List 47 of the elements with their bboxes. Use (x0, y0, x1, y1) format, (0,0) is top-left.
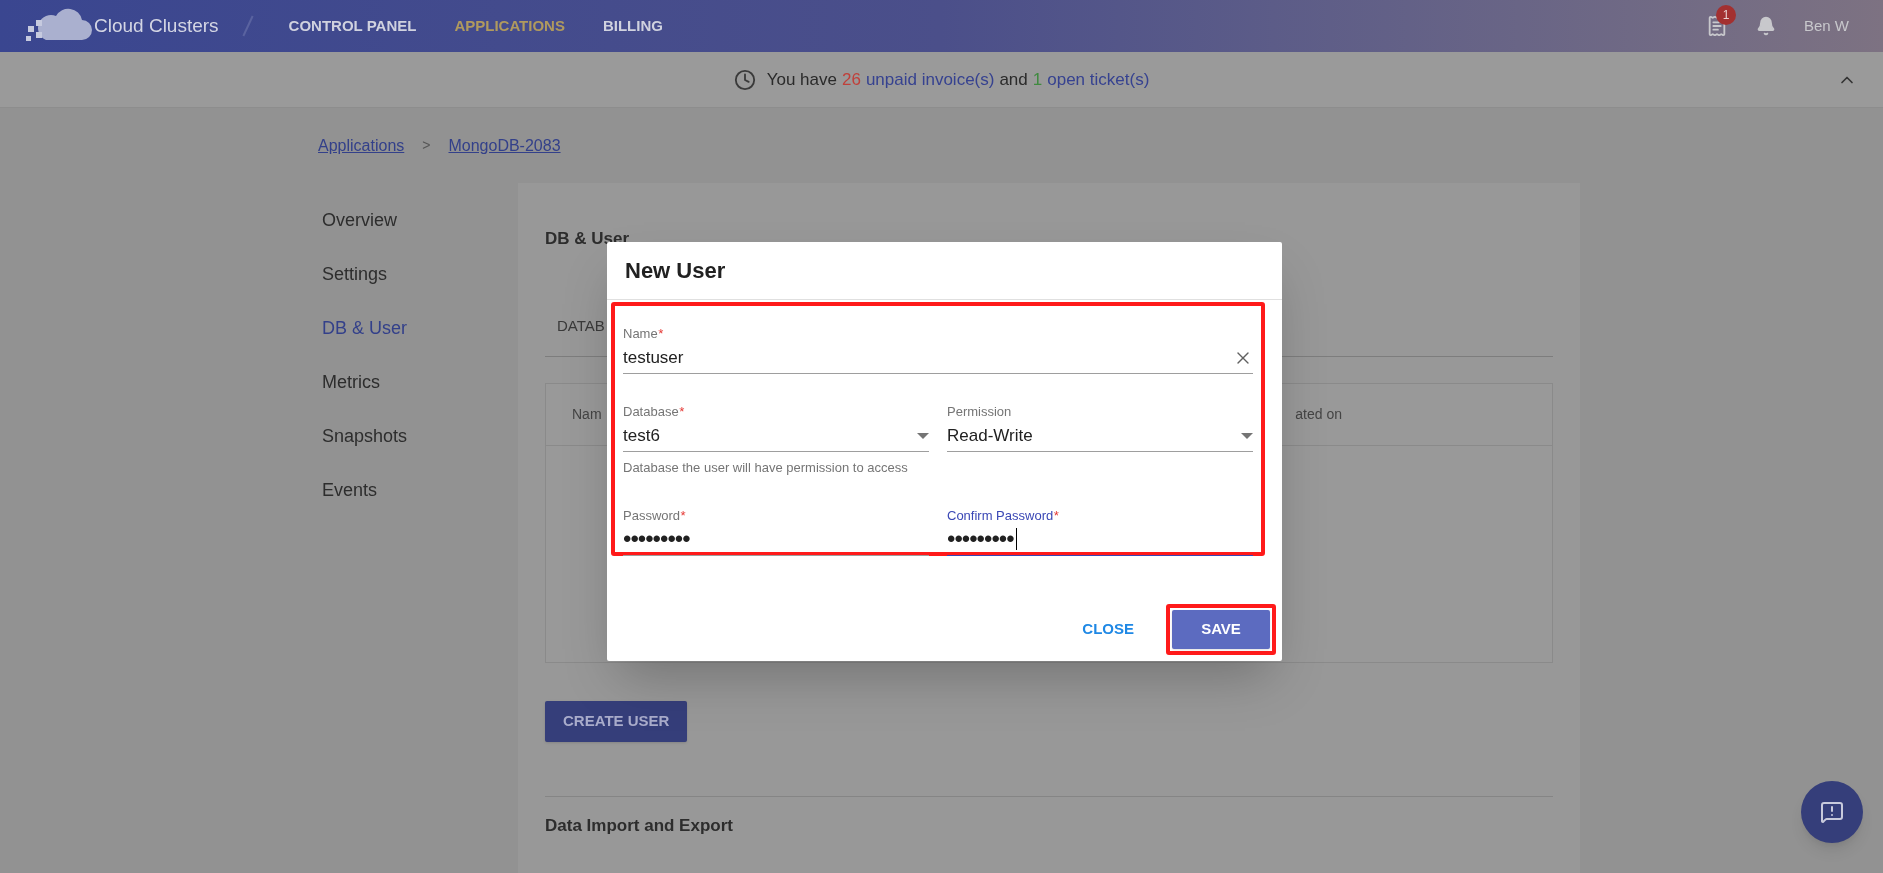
column-header: Nam (572, 404, 602, 424)
input-field[interactable]: testuser (623, 342, 1253, 374)
notice-link[interactable]: open ticket(s) (1047, 66, 1150, 93)
dropdown-caret-icon[interactable] (1241, 432, 1253, 439)
breadcrumb-separator: > (422, 136, 431, 155)
password-field[interactable]: ••••••••• (947, 523, 1253, 556)
password-field[interactable]: ••••••••• (623, 523, 929, 556)
user-name[interactable]: Ben W (1804, 14, 1849, 38)
nav-link[interactable]: BILLING (602, 14, 663, 38)
select-field[interactable]: test6 (623, 420, 929, 452)
breadcrumb-link[interactable]: Applications (318, 133, 405, 158)
brand-name[interactable]: Cloud Clusters (94, 11, 219, 41)
field-label: Name* (623, 326, 664, 342)
notice-text: You have (766, 68, 837, 91)
column-header: ated on (1295, 404, 1342, 424)
close-button[interactable]: CLOSE (1074, 611, 1142, 648)
notification-badge: 1 (1716, 5, 1736, 25)
clock-icon (733, 68, 756, 91)
field-label: Confirm Password* (947, 507, 1060, 524)
field-label: Database* (623, 404, 685, 420)
field-label: Password* (623, 507, 687, 524)
dropdown-caret-icon[interactable] (917, 432, 929, 439)
chat-button[interactable] (1801, 781, 1863, 843)
notice-link[interactable]: unpaid invoice(s) (865, 66, 995, 93)
create-user-button[interactable]: CREATE USER (545, 700, 688, 742)
sidebar-item[interactable]: Overview (322, 209, 518, 231)
notice-text: and (999, 68, 1028, 91)
notifications-bell-icon[interactable] (1756, 16, 1776, 36)
tab[interactable]: DATAB (557, 315, 605, 338)
count-text: 26 (841, 68, 861, 91)
sidebar-item[interactable]: Metrics (322, 371, 518, 393)
select-field[interactable]: Read-Write (947, 420, 1253, 452)
sidebar-item[interactable]: Settings (322, 263, 518, 285)
dialog-title: New User (625, 257, 726, 285)
breadcrumb-link[interactable]: MongoDB-2083 (448, 133, 561, 158)
save-button[interactable]: SAVE (1172, 610, 1270, 649)
field-hint: Database the user will have permission to access (623, 459, 909, 477)
text-cursor (1015, 528, 1017, 550)
sidebar-item[interactable]: Events (322, 479, 518, 501)
nav-link[interactable]: CONTROL PANEL (288, 14, 417, 38)
field-label: Permission (947, 404, 1013, 420)
sidebar-item[interactable]: Snapshots (322, 425, 518, 447)
count-text: 1 (1032, 68, 1043, 91)
section-heading: Data Import and Export (545, 815, 733, 835)
nav-link[interactable]: APPLICATIONS (454, 14, 565, 38)
chat-alert-icon (1820, 800, 1844, 824)
sidebar-item[interactable]: DB & User (322, 317, 518, 339)
